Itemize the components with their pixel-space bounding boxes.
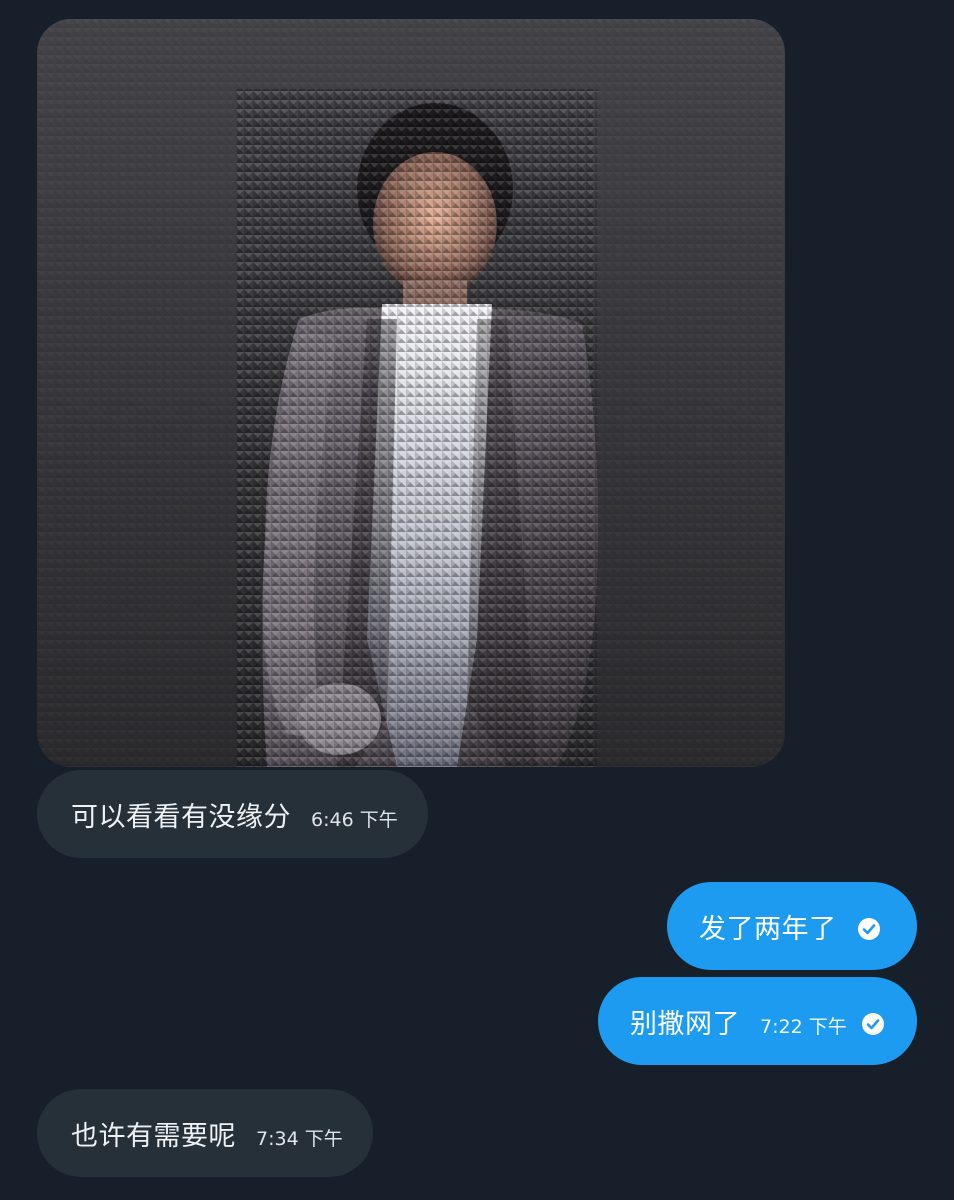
obscured-portrait-image bbox=[37, 19, 785, 767]
message-text: 发了两年了 bbox=[699, 913, 837, 945]
message-text: 可以看看有没缘分 bbox=[71, 801, 291, 833]
message-time: 7:22 下午 bbox=[760, 1015, 847, 1038]
message-bubble-outgoing[interactable]: 别撒网了 7:22 下午 bbox=[598, 977, 917, 1065]
message-text: 也许有需要呢 bbox=[71, 1120, 236, 1152]
message-bubble-incoming[interactable]: 可以看看有没缘分 6:46 下午 bbox=[37, 770, 428, 858]
message-time: 6:46 下午 bbox=[311, 808, 398, 831]
check-circle-icon bbox=[857, 917, 881, 941]
message-bubble-outgoing[interactable]: 发了两年了 bbox=[667, 882, 917, 970]
message-text: 别撒网了 bbox=[630, 1008, 740, 1040]
message-bubble-incoming[interactable]: 也许有需要呢 7:34 下午 bbox=[37, 1089, 373, 1177]
check-circle-icon bbox=[861, 1012, 885, 1036]
chat-view: 可以看看有没缘分 6:46 下午 发了两年了 别撒网了 7:22 下午 也许有需… bbox=[0, 0, 954, 1200]
photo-message[interactable] bbox=[37, 19, 785, 767]
message-time: 7:34 下午 bbox=[256, 1127, 343, 1150]
